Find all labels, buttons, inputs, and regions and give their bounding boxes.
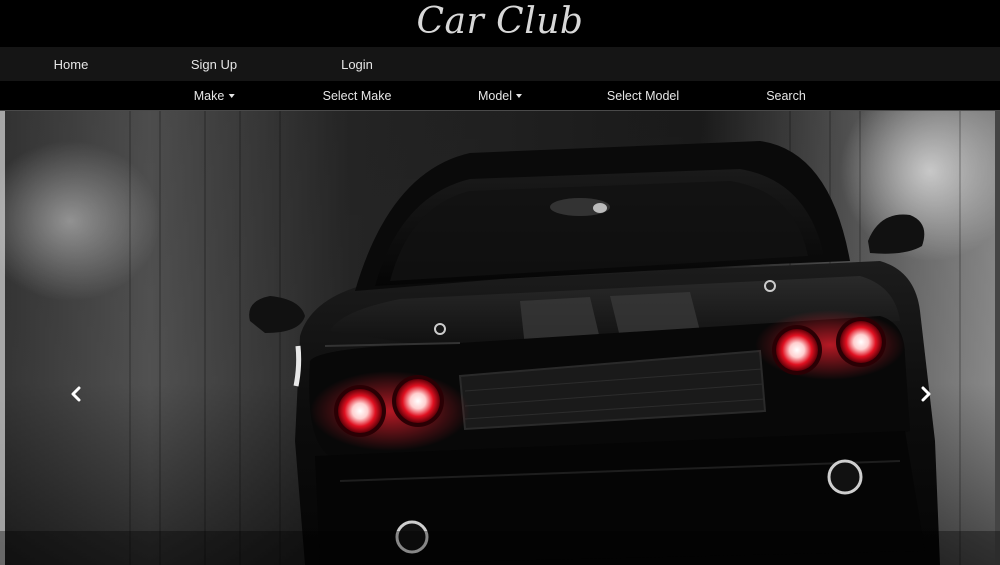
chevron-left-icon xyxy=(71,386,81,402)
search-button[interactable]: Search xyxy=(766,81,806,110)
caret-down-icon xyxy=(516,94,523,98)
carousel-prev-button[interactable] xyxy=(61,379,91,409)
make-dropdown[interactable]: Make xyxy=(194,81,235,110)
select-make-field[interactable]: Select Make xyxy=(323,81,392,110)
carousel[interactable] xyxy=(0,111,1000,565)
search-bar: Make Select Make Model Select Model Sear… xyxy=(0,81,1000,111)
car-slide-image xyxy=(0,111,1000,565)
make-dropdown-label: Make xyxy=(193,89,225,103)
chevron-right-icon xyxy=(921,386,931,402)
carousel-next-button[interactable] xyxy=(911,379,941,409)
nav-home-link[interactable]: Home xyxy=(54,47,89,81)
main-nav: Home Sign Up Login xyxy=(0,47,1000,81)
model-dropdown[interactable]: Model xyxy=(477,81,523,110)
nav-login-link[interactable]: Login xyxy=(341,47,373,81)
site-title[interactable]: Car Club xyxy=(417,1,584,42)
model-dropdown-label: Model xyxy=(477,89,513,103)
caret-down-icon xyxy=(228,94,235,98)
select-model-field[interactable]: Select Model xyxy=(607,81,679,110)
nav-signup-link[interactable]: Sign Up xyxy=(191,47,237,81)
title-bar: Car Club xyxy=(0,0,1000,47)
page: Car Club Home Sign Up Login Make Select … xyxy=(0,0,1000,565)
